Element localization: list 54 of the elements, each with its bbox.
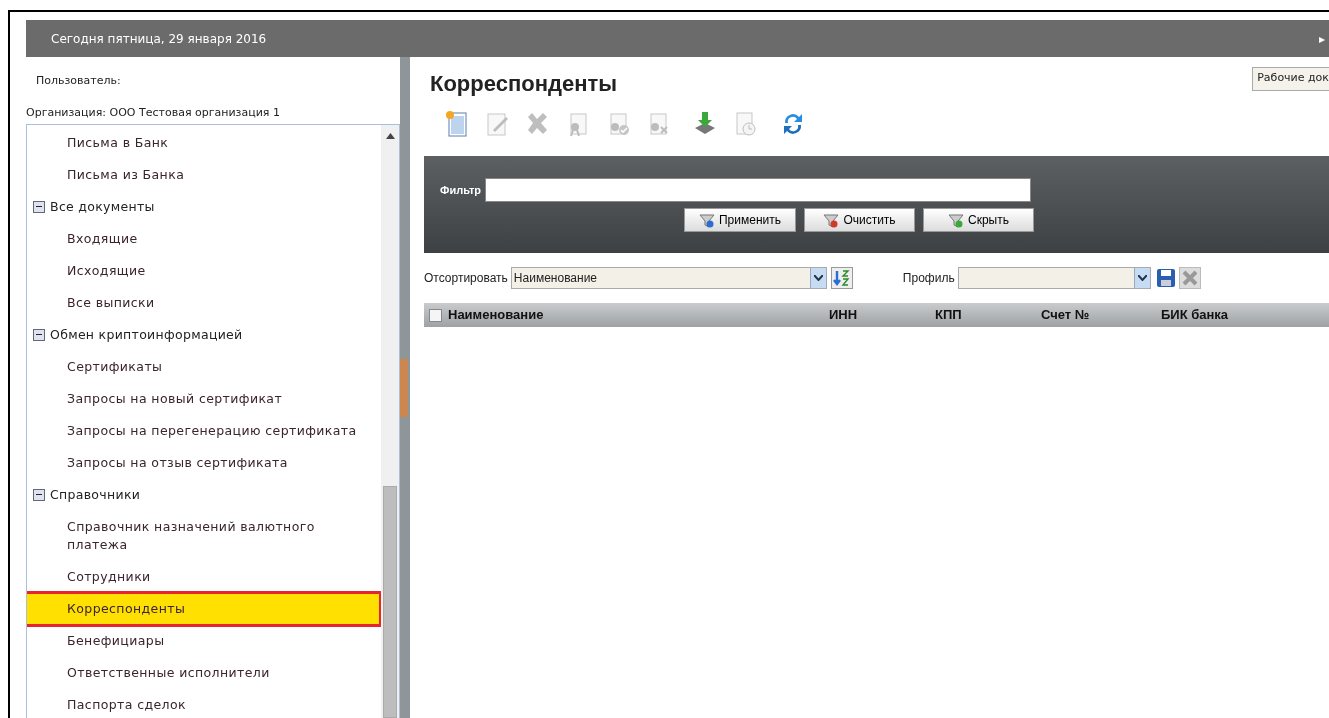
tree-item[interactable]: Запросы на перегенерацию сертификата [27,414,380,447]
new-document-icon[interactable] [444,110,470,138]
group-label: Справочники [50,485,141,504]
tree-item[interactable]: Письма из Банка [27,158,380,191]
apply-filter-button[interactable]: Применить [684,208,796,232]
funnel-icon [823,212,840,228]
page-title: Корреспонденты [430,70,617,98]
tree-item[interactable]: Исходящие [27,254,380,287]
column-header[interactable]: КПП [935,305,1041,325]
organization-label: Организация: ООО Тестовая организация 1 [26,105,281,121]
tree-item[interactable]: Паспорта сделок [27,688,380,718]
clear-filter-button[interactable]: Очистить [804,208,915,232]
tree-group[interactable]: Все документы [27,190,381,223]
group-label: Все документы [50,197,155,216]
sort-order-icon[interactable] [830,267,853,289]
save-icon[interactable] [1154,267,1177,289]
expand-arrow[interactable]: ▸ [1318,29,1325,48]
column-header[interactable]: Наименование [448,305,829,325]
sort-dropdown[interactable]: Наименование [510,267,827,289]
tree-item[interactable]: Письма в Банк [27,126,380,159]
tree-group[interactable]: Обмен криптоинформацией [27,318,381,351]
select-all-checkbox[interactable] [429,308,442,322]
user-label: Пользователь: [35,73,122,89]
delete-icon[interactable] [1178,267,1201,289]
funnel-icon [948,212,964,228]
column-header[interactable]: Счет № [1041,305,1161,325]
tree-item[interactable]: Бенефициары [27,624,380,657]
tree-item[interactable]: Ответственные исполнители [27,656,380,689]
tree-item[interactable]: Справочник назначений валютного платежа [27,510,380,561]
sort-label: Отсортировать [424,270,508,287]
tree-item[interactable]: Входящие [27,222,380,255]
column-header[interactable]: ИНН [829,305,935,325]
column-header[interactable]: БИК банка [1161,305,1229,325]
tree-item[interactable]: Корреспонденты [27,592,380,625]
tree-item[interactable]: Сотрудники [27,560,380,593]
working-documents-button[interactable]: Рабочие док [1252,67,1329,91]
filter-field[interactable] [485,178,1032,202]
group-label: Обмен криптоинформацией [50,325,243,344]
collapse-icon[interactable] [33,488,45,501]
tree-item[interactable]: Запросы на новый сертификат [27,382,380,415]
tree-item[interactable]: Запросы на отзыв сертификата [27,446,380,479]
date-text: Сегодня пятница, 29 января 2016 [51,30,267,48]
collapse-icon[interactable] [33,328,45,341]
tree-item[interactable]: Все выписки [27,286,380,319]
funnel-icon [699,212,715,228]
scrollbar[interactable] [381,124,399,718]
hide-filter-button[interactable]: Скрыть [923,208,1034,232]
scroll-up-icon[interactable] [385,132,395,139]
tree-item[interactable]: Сертификаты [27,350,380,383]
scrollbar-thumb[interactable] [383,486,397,718]
tree-group[interactable]: Справочники [27,478,381,511]
collapse-icon[interactable] [33,200,45,213]
filter-label: Фильтр [440,182,482,198]
profile-label: Профиль [902,270,955,287]
